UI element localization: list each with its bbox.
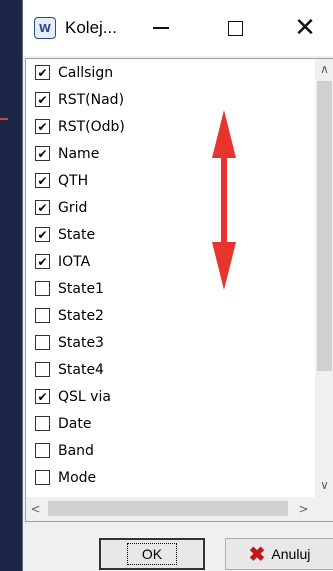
close-button[interactable]: ✕ xyxy=(287,10,323,46)
cancel-x-icon: ✖ xyxy=(248,543,266,566)
checklist-item-label: RST(Odb) xyxy=(58,118,125,135)
close-icon: ✕ xyxy=(294,13,316,43)
checklist-item-label: Name xyxy=(58,145,100,162)
checklist-item[interactable]: Mode xyxy=(26,464,315,491)
annotation-arrow-fragment xyxy=(0,118,8,120)
cancel-button-label: Anuluj xyxy=(271,546,311,562)
checklist-item[interactable]: State2 xyxy=(26,302,315,329)
checklist-item-label: State3 xyxy=(58,334,104,351)
checkbox[interactable] xyxy=(35,335,50,350)
scroll-up-arrow-icon[interactable]: ∧ xyxy=(315,59,333,79)
checklist-item-label: State xyxy=(58,226,96,243)
app-icon: W xyxy=(34,17,56,39)
horizontal-scrollbar[interactable]: < > xyxy=(26,497,315,521)
checklist-item[interactable]: ✔ Name xyxy=(26,140,315,167)
checklist-item-label: Grid xyxy=(58,199,88,216)
scroll-corner xyxy=(315,497,333,521)
scroll-right-arrow-icon[interactable]: > xyxy=(294,499,313,519)
scroll-left-arrow-icon[interactable]: < xyxy=(26,499,45,519)
checklist-item[interactable]: State4 xyxy=(26,356,315,383)
checklist-item-label: IOTA xyxy=(58,253,91,270)
checklist-item[interactable]: ✔ Grid xyxy=(26,194,315,221)
checklist-item-label: State2 xyxy=(58,307,104,324)
checklist-item[interactable]: ✔ State xyxy=(26,221,315,248)
checkbox[interactable]: ✔ xyxy=(35,227,50,242)
checklist-item[interactable]: State3 xyxy=(26,329,315,356)
checkbox[interactable]: ✔ xyxy=(35,146,50,161)
checklist-item-label: Mode xyxy=(58,469,97,486)
checklist-item[interactable]: ✔ QSL via xyxy=(26,383,315,410)
checkbox[interactable]: ✔ xyxy=(35,200,50,215)
minimize-button[interactable] xyxy=(143,10,179,46)
checkbox[interactable]: ✔ xyxy=(35,254,50,269)
checkbox[interactable] xyxy=(35,308,50,323)
checklist-items: ✔ Callsign ✔ RST(Nad) ✔ RST(Odb) ✔ Name ✔ QTH ✔ Gri… xyxy=(26,59,315,497)
checkbox[interactable] xyxy=(35,281,50,296)
maximize-icon xyxy=(227,20,243,36)
checklist-item-label: Date xyxy=(58,415,92,432)
checkbox[interactable] xyxy=(35,443,50,458)
checklist-item-label: QTH xyxy=(58,172,89,189)
checkbox[interactable]: ✔ xyxy=(35,65,50,80)
checkbox[interactable]: ✔ xyxy=(35,92,50,107)
background-window-strip xyxy=(0,0,22,571)
cancel-button[interactable]: ✖ Anuluj xyxy=(225,538,333,570)
minimize-icon xyxy=(153,27,169,29)
scroll-down-arrow-icon[interactable]: ∨ xyxy=(315,475,333,495)
checklist-item[interactable]: ✔ RST(Odb) xyxy=(26,113,315,140)
checkbox[interactable] xyxy=(35,362,50,377)
checkbox[interactable] xyxy=(35,416,50,431)
vertical-scroll-thumb[interactable] xyxy=(317,81,332,371)
title-bar[interactable]: W Kolej... ✕ xyxy=(23,0,333,56)
checklist-item[interactable]: ✔ IOTA xyxy=(26,248,315,275)
vertical-scrollbar[interactable]: ∧ ∨ xyxy=(315,59,333,497)
checklist-item[interactable]: Date xyxy=(26,410,315,437)
checklist-item[interactable]: ✔ Callsign xyxy=(26,59,315,86)
checklist-item-label: RST(Nad) xyxy=(58,91,125,108)
ok-button[interactable]: OK xyxy=(99,538,205,570)
checklist-item-label: Band xyxy=(58,442,94,459)
ok-button-label: OK xyxy=(126,543,178,565)
maximize-button[interactable] xyxy=(217,10,253,46)
column-checklist[interactable]: ✔ Callsign ✔ RST(Nad) ✔ RST(Odb) ✔ Name ✔ QTH ✔ Gri… xyxy=(25,58,333,522)
column-order-dialog: W Kolej... ✕ ✔ Callsign ✔ RST(Nad) ✔ RST(Odb)… xyxy=(22,0,333,571)
checklist-item[interactable]: State1 xyxy=(26,275,315,302)
checklist-item[interactable]: Band xyxy=(26,437,315,464)
checklist-item[interactable]: ✔ QTH xyxy=(26,167,315,194)
checklist-item[interactable]: ✔ RST(Nad) xyxy=(26,86,315,113)
checkbox[interactable]: ✔ xyxy=(35,389,50,404)
checklist-item-label: State4 xyxy=(58,361,104,378)
double-arrow-annotation-icon xyxy=(212,110,236,290)
checkbox[interactable]: ✔ xyxy=(35,173,50,188)
checkbox[interactable]: ✔ xyxy=(35,119,50,134)
checklist-item-label: State1 xyxy=(58,280,104,297)
horizontal-scroll-thumb[interactable] xyxy=(48,501,288,516)
checkbox[interactable] xyxy=(35,470,50,485)
checklist-item-label: Callsign xyxy=(58,64,114,81)
checklist-item-label: QSL via xyxy=(58,388,111,405)
window-title: Kolej... xyxy=(65,18,117,37)
